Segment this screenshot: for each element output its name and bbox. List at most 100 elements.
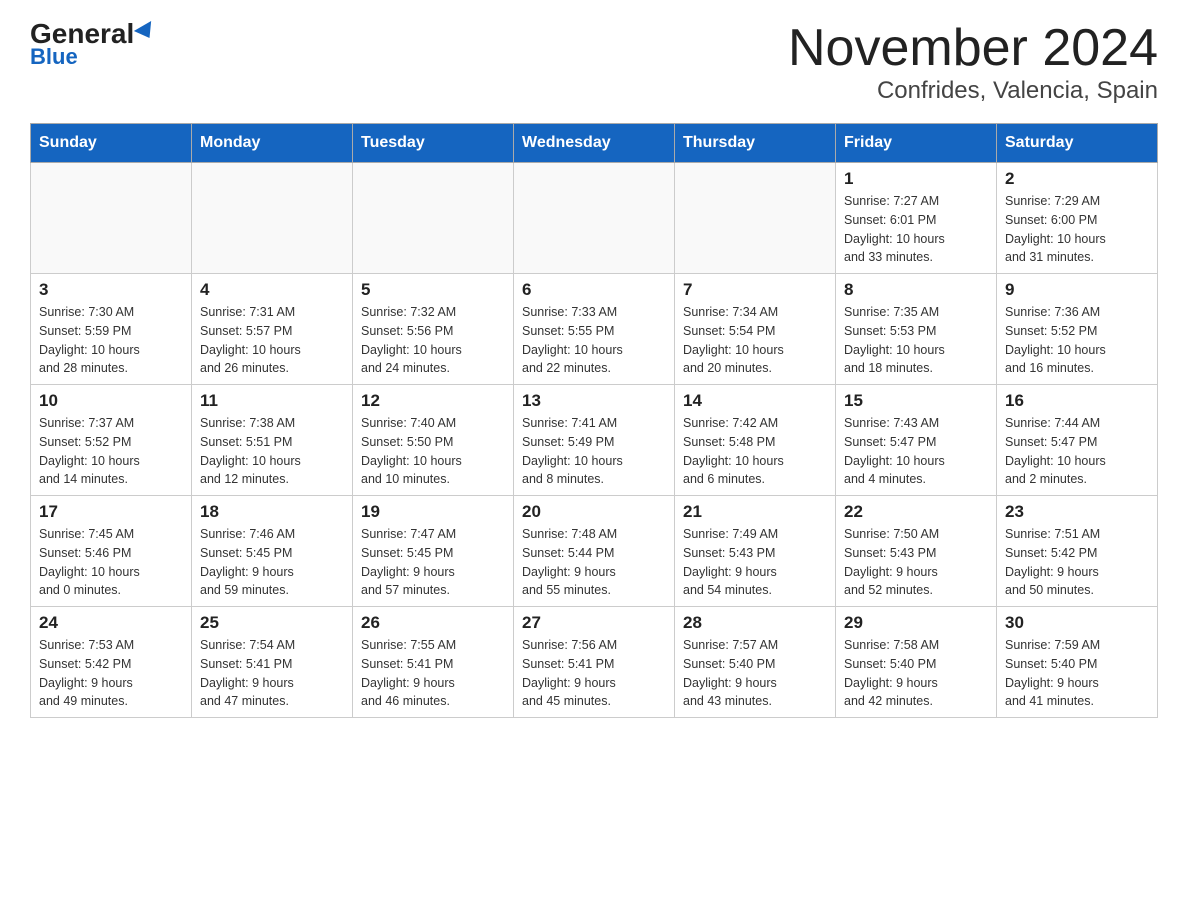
page-header: General Blue November 2024 Confrides, Va…: [30, 20, 1158, 105]
day-number: 24: [39, 613, 183, 633]
calendar-cell: 26 Sunrise: 7:55 AM Sunset: 5:41 PM Dayli…: [353, 607, 514, 718]
day-info: Sunrise: 7:45 AM Sunset: 5:46 PM Dayligh…: [39, 525, 183, 600]
day-number: 17: [39, 502, 183, 522]
day-info: Sunrise: 7:36 AM Sunset: 5:52 PM Dayligh…: [1005, 303, 1149, 378]
day-info: Sunrise: 7:40 AM Sunset: 5:50 PM Dayligh…: [361, 414, 505, 489]
day-info: Sunrise: 7:33 AM Sunset: 5:55 PM Dayligh…: [522, 303, 666, 378]
day-info: Sunrise: 7:38 AM Sunset: 5:51 PM Dayligh…: [200, 414, 344, 489]
calendar-cell: 20 Sunrise: 7:48 AM Sunset: 5:44 PM Dayli…: [514, 496, 675, 607]
day-number: 15: [844, 391, 988, 411]
day-info: Sunrise: 7:50 AM Sunset: 5:43 PM Dayligh…: [844, 525, 988, 600]
day-number: 5: [361, 280, 505, 300]
day-number: 1: [844, 169, 988, 189]
weekday-header-thursday: Thursday: [675, 124, 836, 163]
calendar-cell: 28Sunrise: 7:57 AM Sunset: 5:40 PM Dayli…: [675, 607, 836, 718]
calendar-cell: [675, 163, 836, 274]
calendar-cell: 25Sunrise: 7:54 AM Sunset: 5:41 PM Dayli…: [192, 607, 353, 718]
calendar-cell: 30 Sunrise: 7:59 AM Sunset: 5:40 PM Dayli…: [997, 607, 1158, 718]
calendar-cell: 27 Sunrise: 7:56 AM Sunset: 5:41 PM Dayli…: [514, 607, 675, 718]
day-number: 18: [200, 502, 344, 522]
day-info: Sunrise: 7:41 AM Sunset: 5:49 PM Dayligh…: [522, 414, 666, 489]
calendar-cell: 6 Sunrise: 7:33 AM Sunset: 5:55 PM Daylig…: [514, 274, 675, 385]
day-info: Sunrise: 7:37 AM Sunset: 5:52 PM Dayligh…: [39, 414, 183, 489]
calendar-title: November 2024: [788, 20, 1158, 77]
calendar-cell: [192, 163, 353, 274]
calendar-cell: 9 Sunrise: 7:36 AM Sunset: 5:52 PM Daylig…: [997, 274, 1158, 385]
calendar-cell: 2Sunrise: 7:29 AM Sunset: 6:00 PM Daylig…: [997, 163, 1158, 274]
day-number: 13: [522, 391, 666, 411]
calendar-cell: 18 Sunrise: 7:46 AM Sunset: 5:45 PM Dayli…: [192, 496, 353, 607]
day-number: 3: [39, 280, 183, 300]
day-number: 27: [522, 613, 666, 633]
day-info: Sunrise: 7:55 AM Sunset: 5:41 PM Dayligh…: [361, 636, 505, 711]
day-number: 10: [39, 391, 183, 411]
day-info: Sunrise: 7:32 AM Sunset: 5:56 PM Dayligh…: [361, 303, 505, 378]
day-info: Sunrise: 7:48 AM Sunset: 5:44 PM Dayligh…: [522, 525, 666, 600]
week-row-3: 10 Sunrise: 7:37 AM Sunset: 5:52 PM Dayli…: [31, 385, 1158, 496]
day-number: 20: [522, 502, 666, 522]
calendar-cell: 17 Sunrise: 7:45 AM Sunset: 5:46 PM Dayli…: [31, 496, 192, 607]
day-number: 6: [522, 280, 666, 300]
calendar-cell: 5 Sunrise: 7:32 AM Sunset: 5:56 PM Daylig…: [353, 274, 514, 385]
day-number: 12: [361, 391, 505, 411]
calendar-cell: [31, 163, 192, 274]
day-number: 25: [200, 613, 344, 633]
calendar-cell: 8 Sunrise: 7:35 AM Sunset: 5:53 PM Daylig…: [836, 274, 997, 385]
day-number: 26: [361, 613, 505, 633]
day-info: Sunrise: 7:58 AM Sunset: 5:40 PM Dayligh…: [844, 636, 988, 711]
day-info: Sunrise: 7:30 AM Sunset: 5:59 PM Dayligh…: [39, 303, 183, 378]
day-number: 4: [200, 280, 344, 300]
day-info: Sunrise: 7:27 AM Sunset: 6:01 PM Dayligh…: [844, 192, 988, 267]
day-info: Sunrise: 7:31 AM Sunset: 5:57 PM Dayligh…: [200, 303, 344, 378]
calendar-cell: 23Sunrise: 7:51 AM Sunset: 5:42 PM Dayli…: [997, 496, 1158, 607]
week-row-5: 24Sunrise: 7:53 AM Sunset: 5:42 PM Dayli…: [31, 607, 1158, 718]
calendar-cell: [514, 163, 675, 274]
week-row-2: 3 Sunrise: 7:30 AM Sunset: 5:59 PM Daylig…: [31, 274, 1158, 385]
day-info: Sunrise: 7:49 AM Sunset: 5:43 PM Dayligh…: [683, 525, 827, 600]
day-number: 28: [683, 613, 827, 633]
week-row-4: 17 Sunrise: 7:45 AM Sunset: 5:46 PM Dayli…: [31, 496, 1158, 607]
calendar-cell: 11Sunrise: 7:38 AM Sunset: 5:51 PM Dayli…: [192, 385, 353, 496]
day-info: Sunrise: 7:35 AM Sunset: 5:53 PM Dayligh…: [844, 303, 988, 378]
weekday-header-tuesday: Tuesday: [353, 124, 514, 163]
calendar-cell: 10 Sunrise: 7:37 AM Sunset: 5:52 PM Dayli…: [31, 385, 192, 496]
calendar-cell: 22 Sunrise: 7:50 AM Sunset: 5:43 PM Dayli…: [836, 496, 997, 607]
day-number: 30: [1005, 613, 1149, 633]
day-number: 7: [683, 280, 827, 300]
day-info: Sunrise: 7:51 AM Sunset: 5:42 PM Dayligh…: [1005, 525, 1149, 600]
calendar-cell: 3 Sunrise: 7:30 AM Sunset: 5:59 PM Daylig…: [31, 274, 192, 385]
weekday-header-wednesday: Wednesday: [514, 124, 675, 163]
day-number: 21: [683, 502, 827, 522]
weekday-header-monday: Monday: [192, 124, 353, 163]
calendar-cell: 16Sunrise: 7:44 AM Sunset: 5:47 PM Dayli…: [997, 385, 1158, 496]
calendar-cell: 12 Sunrise: 7:40 AM Sunset: 5:50 PM Dayli…: [353, 385, 514, 496]
calendar-cell: 19Sunrise: 7:47 AM Sunset: 5:45 PM Dayli…: [353, 496, 514, 607]
logo: General Blue: [30, 20, 156, 70]
week-row-1: 1 Sunrise: 7:27 AM Sunset: 6:01 PM Daylig…: [31, 163, 1158, 274]
day-number: 29: [844, 613, 988, 633]
calendar-cell: 1 Sunrise: 7:27 AM Sunset: 6:01 PM Daylig…: [836, 163, 997, 274]
day-info: Sunrise: 7:47 AM Sunset: 5:45 PM Dayligh…: [361, 525, 505, 600]
day-number: 16: [1005, 391, 1149, 411]
logo-blue-text: Blue: [30, 44, 78, 70]
day-number: 14: [683, 391, 827, 411]
day-info: Sunrise: 7:29 AM Sunset: 6:00 PM Dayligh…: [1005, 192, 1149, 267]
day-info: Sunrise: 7:43 AM Sunset: 5:47 PM Dayligh…: [844, 414, 988, 489]
calendar-cell: 4 Sunrise: 7:31 AM Sunset: 5:57 PM Daylig…: [192, 274, 353, 385]
day-info: Sunrise: 7:34 AM Sunset: 5:54 PM Dayligh…: [683, 303, 827, 378]
logo-triangle-icon: [134, 21, 158, 43]
day-number: 22: [844, 502, 988, 522]
day-number: 9: [1005, 280, 1149, 300]
weekday-header-friday: Friday: [836, 124, 997, 163]
day-info: Sunrise: 7:46 AM Sunset: 5:45 PM Dayligh…: [200, 525, 344, 600]
calendar-cell: 24Sunrise: 7:53 AM Sunset: 5:42 PM Dayli…: [31, 607, 192, 718]
weekday-header-saturday: Saturday: [997, 124, 1158, 163]
weekday-header-row: SundayMondayTuesdayWednesdayThursdayFrid…: [31, 124, 1158, 163]
day-number: 8: [844, 280, 988, 300]
weekday-header-sunday: Sunday: [31, 124, 192, 163]
calendar-cell: 29 Sunrise: 7:58 AM Sunset: 5:40 PM Dayli…: [836, 607, 997, 718]
calendar-cell: [353, 163, 514, 274]
calendar-cell: 14Sunrise: 7:42 AM Sunset: 5:48 PM Dayli…: [675, 385, 836, 496]
day-info: Sunrise: 7:56 AM Sunset: 5:41 PM Dayligh…: [522, 636, 666, 711]
day-info: Sunrise: 7:59 AM Sunset: 5:40 PM Dayligh…: [1005, 636, 1149, 711]
